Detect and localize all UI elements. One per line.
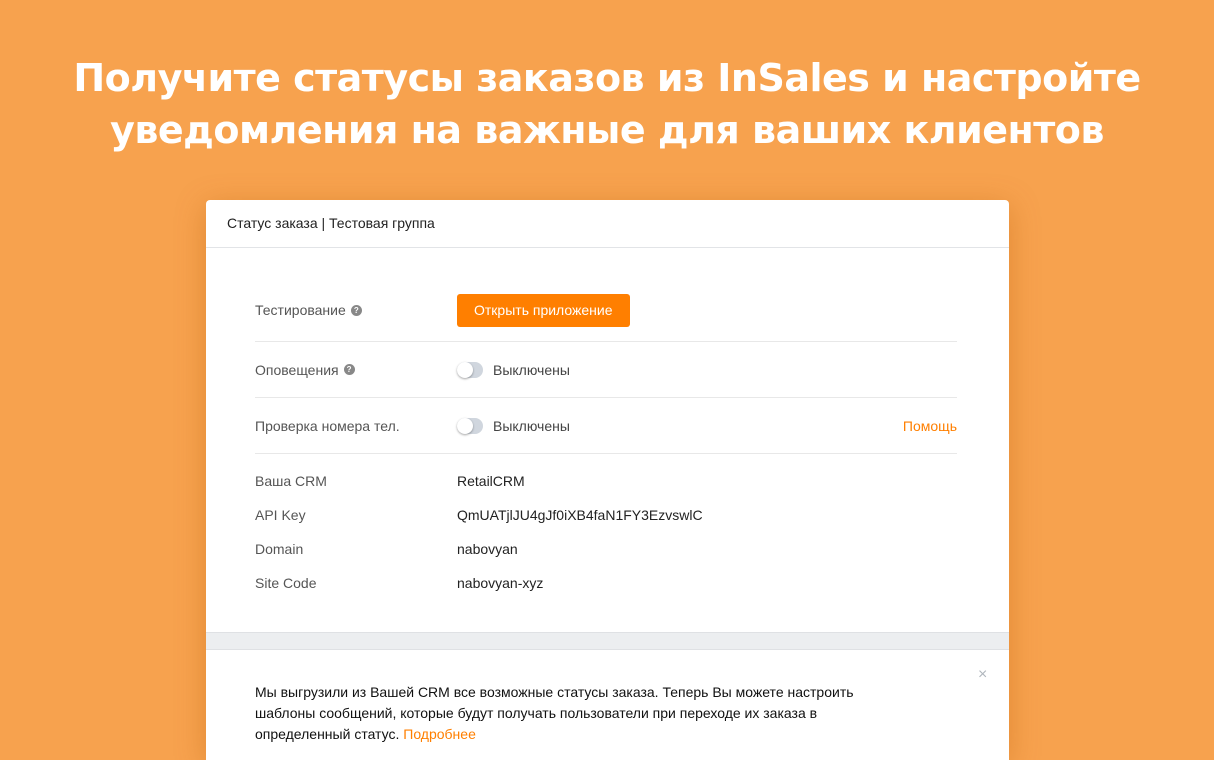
more-link[interactable]: Подробнее bbox=[403, 726, 476, 742]
settings-list: Тестирование? Открыть приложение Оповеще… bbox=[206, 248, 1009, 454]
crm-info: Ваша CRM RetailCRM API Key QmUATjlJU4gJf0i… bbox=[206, 454, 1009, 600]
hero-heading: Получите статусы заказов из InSales и на… bbox=[0, 52, 1214, 156]
info-value: nabovyan bbox=[457, 541, 518, 557]
help-link[interactable]: Помощь bbox=[903, 418, 957, 434]
setting-testing: Тестирование? Открыть приложение bbox=[255, 294, 957, 342]
info-row: Site Code nabovyan-xyz bbox=[255, 566, 1009, 600]
notifications-state: Выключены bbox=[493, 361, 570, 378]
info-key: Domain bbox=[255, 541, 304, 557]
info-value: RetailCRM bbox=[457, 473, 525, 489]
phone-check-state: Выключены bbox=[493, 417, 570, 434]
phone-check-toggle[interactable] bbox=[457, 417, 483, 434]
app-card: Статус заказа | Тестовая группа Тестиров… bbox=[206, 200, 1009, 760]
info-value: nabovyan-xyz bbox=[457, 575, 544, 591]
info-row: Domain nabovyan bbox=[255, 532, 1009, 566]
info-key: Ваша CRM bbox=[255, 473, 327, 489]
section-divider bbox=[206, 632, 1009, 650]
notice-message: Мы выгрузили из Вашей CRM все возможные … bbox=[255, 682, 895, 745]
open-app-button[interactable]: Открыть приложение bbox=[457, 294, 630, 327]
notifications-label: Оповещения bbox=[255, 361, 339, 378]
info-row: API Key QmUATjlJU4gJf0iXB4faN1FY3EzvswlC bbox=[255, 498, 1009, 532]
hero-line-2: уведомления на важные для ваших клиентов bbox=[110, 108, 1104, 152]
setting-notifications: Оповещения? Выключены bbox=[255, 342, 957, 398]
info-key: Site Code bbox=[255, 575, 317, 591]
setting-phone-check: Проверка номера тел. Выключены Помощь bbox=[255, 398, 957, 454]
testing-label: Тестирование bbox=[255, 302, 346, 318]
help-icon[interactable]: ? bbox=[343, 364, 355, 375]
notifications-toggle[interactable] bbox=[457, 361, 483, 378]
help-icon[interactable]: ? bbox=[350, 304, 362, 316]
info-key: API Key bbox=[255, 507, 306, 523]
info-row: Ваша CRM RetailCRM bbox=[255, 464, 1009, 498]
info-value: QmUATjlJU4gJf0iXB4faN1FY3EzvswlC bbox=[457, 507, 703, 523]
hero-line-1: Получите статусы заказов из InSales и на… bbox=[73, 56, 1141, 100]
phone-check-label: Проверка номера тел. bbox=[255, 417, 400, 434]
card-title: Статус заказа | Тестовая группа bbox=[206, 200, 1009, 248]
close-icon[interactable]: × bbox=[978, 666, 987, 684]
notice-text: Мы выгрузили из Вашей CRM все возможные … bbox=[255, 684, 854, 742]
